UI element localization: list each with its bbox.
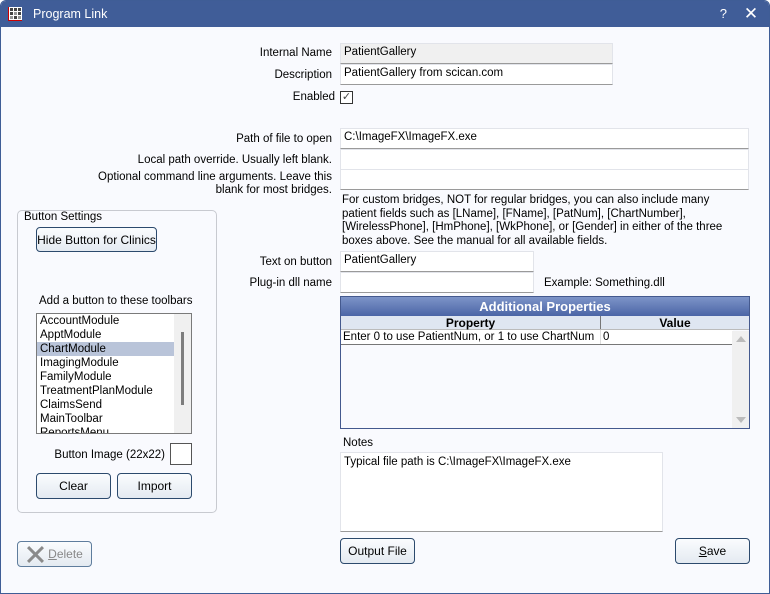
close-button[interactable]: ✕ (741, 4, 761, 24)
import-button[interactable]: Import (117, 473, 192, 499)
app-grid-icon (8, 7, 22, 21)
plugin-dll-example: Example: Something.dll (544, 277, 665, 289)
help-button[interactable]: ? (720, 6, 727, 21)
toolbar-list-item[interactable]: ClaimsSend (37, 398, 191, 412)
custom-bridge-help-text: For custom bridges, NOT for regular brid… (342, 194, 723, 247)
toolbar-list-item[interactable]: MainToolbar (37, 412, 191, 426)
program-link-dialog: Program Link ? ✕ Internal Name PatientGa… (0, 0, 770, 594)
cmd-args-label-line1: Optional command line arguments. Leave t… (98, 171, 332, 183)
scroll-down-icon[interactable] (736, 417, 746, 423)
notes-textarea[interactable]: Typical file path is C:\ImageFX\ImageFX.… (340, 452, 663, 532)
grid-header: Property Value (341, 316, 749, 330)
scroll-up-icon[interactable] (736, 336, 746, 342)
grid-scrollbar[interactable] (732, 331, 749, 428)
save-button[interactable]: Save (675, 538, 750, 564)
save-label: ave (706, 544, 727, 558)
button-image-label: Button Image (22x22) (54, 449, 165, 461)
hide-button-for-clinics-button[interactable]: Hide Button for Clinics (36, 227, 157, 252)
button-text-field[interactable]: PatientGallery (340, 251, 534, 272)
internal-name-field[interactable]: PatientGallery (340, 43, 613, 64)
clear-button[interactable]: Clear (36, 473, 111, 499)
output-file-button[interactable]: Output File (340, 538, 415, 564)
property-cell: Enter 0 to use PatientNum, or 1 to use C… (341, 330, 601, 344)
internal-name-label: Internal Name (259, 47, 332, 59)
description-label: Description (274, 69, 332, 81)
toolbars-listbox[interactable]: AccountModule ApptModule ChartModule Imagin… (36, 313, 192, 434)
table-row[interactable]: Enter 0 to use PatientNum, or 1 to use C… (341, 330, 733, 345)
delete-mnemonic: D (48, 547, 57, 561)
local-override-field[interactable] (340, 149, 749, 170)
toolbar-list-item[interactable]: ReportsMenu (37, 426, 191, 433)
path-label: Path of file to open (236, 133, 332, 145)
delete-label: elete (56, 547, 83, 561)
value-cell[interactable]: 0 (601, 330, 733, 344)
toolbar-list-item[interactable]: FamilyModule (37, 370, 191, 384)
button-settings-title: Button Settings (23, 211, 103, 223)
cmd-args-label-line2: blank for most bridges. (215, 184, 332, 196)
delete-button[interactable]: Delete (17, 541, 92, 567)
button-text-label: Text on button (259, 256, 332, 268)
toolbar-list-item[interactable]: ChartModule (37, 342, 175, 356)
path-field[interactable]: C:\ImageFX\ImageFX.exe (340, 128, 749, 149)
column-header-value[interactable]: Value (601, 316, 749, 330)
toolbars-scrollbar[interactable] (174, 314, 191, 433)
column-header-property[interactable]: Property (341, 316, 601, 330)
grid-title: Additional Properties (341, 297, 749, 316)
toolbar-list-item[interactable]: ImagingModule (37, 356, 191, 370)
toolbars-label: Add a button to these toolbars (39, 295, 193, 307)
plugin-dll-label: Plug-in dll name (249, 277, 332, 289)
toolbar-list-item[interactable]: AccountModule (37, 314, 191, 328)
plugin-dll-field[interactable] (340, 272, 534, 293)
save-mnemonic: S (698, 544, 707, 558)
enabled-checkbox[interactable]: ✓ (340, 91, 353, 104)
button-image-preview (170, 443, 192, 465)
window-title: Program Link (33, 7, 108, 21)
notes-label: Notes (343, 437, 374, 449)
delete-x-icon (26, 545, 44, 563)
toolbar-list-item[interactable]: ApptModule (37, 328, 191, 342)
enabled-label: Enabled (292, 91, 335, 103)
title-bar: Program Link ? ✕ (1, 1, 769, 27)
toolbar-list-item[interactable]: TreatmentPlanModule (37, 384, 191, 398)
additional-properties-grid: Additional Properties Property Value Ent… (340, 296, 750, 429)
local-override-label: Local path override. Usually left blank. (137, 154, 332, 166)
toolbars-scroll-thumb[interactable] (181, 332, 184, 405)
description-field[interactable]: PatientGallery from scican.com (340, 64, 613, 85)
cmd-args-field[interactable] (340, 169, 749, 190)
